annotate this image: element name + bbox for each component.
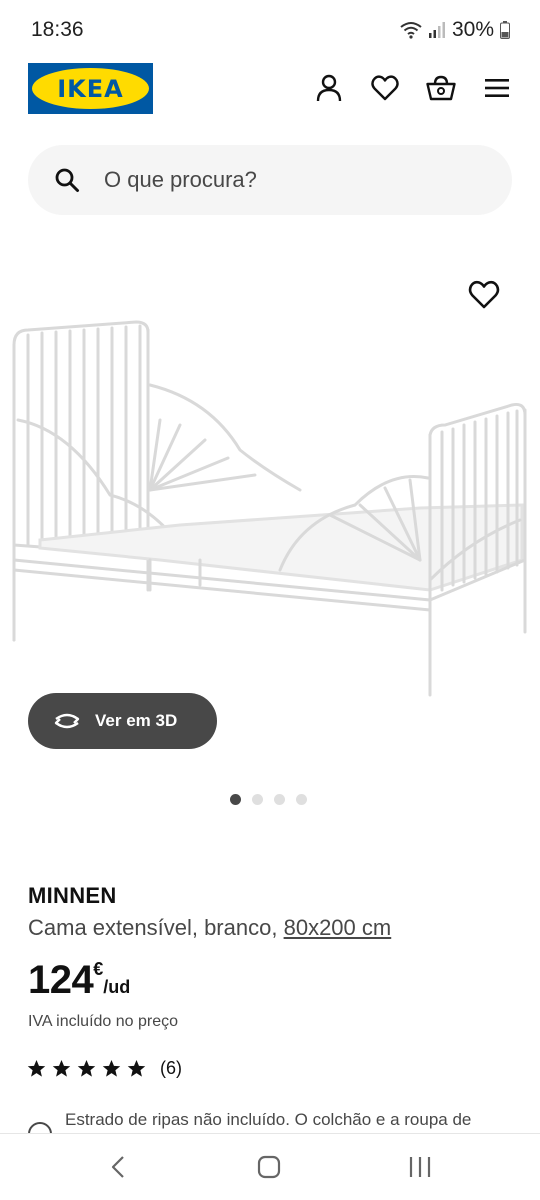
basket-icon[interactable] (426, 73, 456, 103)
price-currency: € (93, 959, 104, 979)
wifi-icon (400, 22, 422, 39)
product-image[interactable] (0, 250, 540, 710)
heart-icon[interactable] (370, 73, 400, 103)
add-to-favourites-icon[interactable] (468, 280, 500, 310)
price-unit: /ud (103, 977, 131, 997)
status-indicators: 30% (400, 18, 510, 42)
status-time: 18:36 (31, 18, 84, 41)
pagination-dot[interactable] (252, 794, 263, 805)
pagination-dot[interactable] (274, 794, 285, 805)
gallery-pagination (230, 794, 307, 805)
star-icon (77, 1059, 96, 1077)
rotate-3d-icon (54, 713, 80, 729)
menu-icon[interactable] (482, 73, 512, 103)
product-rating[interactable]: (6) (27, 1058, 182, 1079)
system-navigation-bar (0, 1133, 540, 1200)
star-icon (127, 1059, 146, 1077)
view-3d-label: Ver em 3D (95, 711, 178, 730)
search-icon (55, 168, 79, 192)
logo-text: IKEA (57, 74, 124, 103)
search-bar[interactable]: O que procura? (28, 145, 512, 215)
pagination-dot[interactable] (296, 794, 307, 805)
back-icon[interactable] (104, 1154, 134, 1180)
product-name: MINNEN (28, 883, 117, 908)
battery-icon (500, 21, 510, 39)
battery-percent: 30% (451, 18, 494, 41)
product-info-note: Estrado de ripas não incluído. O colchão… (28, 1110, 518, 1134)
product-description: Cama extensível, branco, 80x200 cm (28, 915, 391, 941)
price-integer: 124 (28, 958, 94, 1002)
rating-count[interactable]: (6) (160, 1058, 182, 1079)
product-size-link[interactable]: 80x200 cm (284, 915, 392, 940)
vat-note: IVA incluído no preço (28, 1013, 179, 1030)
search-input[interactable]: O que procura? (104, 167, 257, 193)
pagination-dot-active[interactable] (230, 794, 241, 805)
ikea-logo[interactable]: IKEA (28, 63, 153, 114)
recent-apps-icon[interactable] (405, 1154, 435, 1180)
home-icon[interactable] (254, 1154, 284, 1180)
signal-icon (428, 22, 445, 38)
app-header: IKEA (0, 62, 540, 116)
view-3d-button[interactable]: Ver em 3D (28, 693, 217, 749)
star-icon (27, 1059, 46, 1077)
star-icon (52, 1059, 71, 1077)
status-bar: 18:36 30% (0, 0, 540, 58)
info-text: Estrado de ripas não incluído. O colchão… (65, 1110, 472, 1129)
logo-oval: IKEA (32, 68, 149, 109)
product-type: Cama extensível, branco, (28, 915, 278, 940)
star-icon (102, 1059, 121, 1077)
user-icon[interactable] (314, 73, 344, 103)
product-price: 124€/ud (28, 958, 130, 1003)
